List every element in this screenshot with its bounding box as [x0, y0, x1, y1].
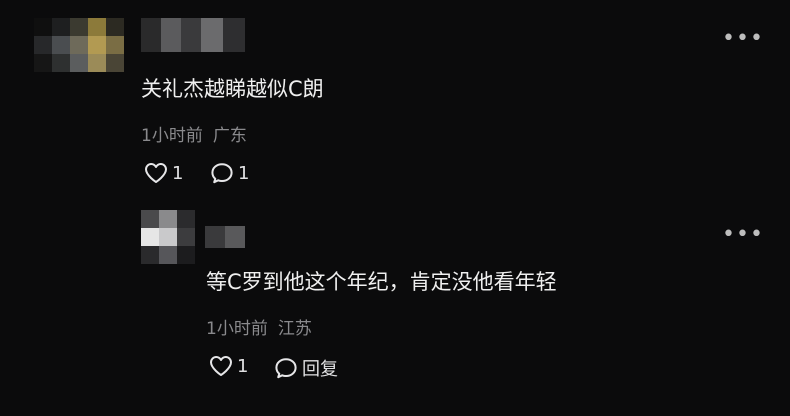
more-options-button[interactable]: ••• [722, 28, 764, 50]
like-button[interactable]: 1 [144, 162, 183, 184]
comment-meta: 1小时前 广东 [141, 121, 247, 146]
comment-location: 广东 [212, 126, 247, 146]
reply-item: ••• 等C罗到他这个年纪，肯定没他看年轻 1小时前 江苏 1 回复 [0, 200, 790, 416]
like-count: 1 [172, 162, 184, 184]
comment-item: ••• 关礼杰越睇越似C朗 1小时前 广东 1 1 [0, 0, 790, 200]
comment-meta: 1小时前 江苏 [206, 314, 312, 339]
like-count: 1 [237, 355, 249, 377]
comment-time: 1小时前 [206, 319, 268, 339]
avatar[interactable] [34, 18, 124, 72]
reply-label: 回复 [302, 359, 338, 380]
username[interactable] [205, 226, 245, 248]
comment-location: 江苏 [277, 319, 312, 339]
speech-bubble-icon [275, 358, 297, 379]
heart-outline-icon [145, 163, 167, 183]
reply-count: 1 [238, 162, 250, 184]
more-dots-icon: ••• [722, 26, 764, 51]
reply-button[interactable]: 1 [210, 162, 249, 184]
comment-time: 1小时前 [141, 126, 203, 146]
heart-outline-icon [210, 356, 232, 376]
like-button[interactable]: 1 [209, 355, 248, 377]
speech-bubble-icon [211, 163, 233, 184]
reply-button[interactable]: 回复 [274, 355, 338, 381]
avatar[interactable] [141, 210, 195, 264]
more-dots-icon: ••• [722, 222, 764, 247]
username[interactable] [141, 18, 245, 52]
more-options-button[interactable]: ••• [722, 224, 764, 246]
comment-text: 关礼杰越睇越似C朗 [141, 77, 324, 101]
comment-text: 等C罗到他这个年纪，肯定没他看年轻 [206, 270, 557, 294]
